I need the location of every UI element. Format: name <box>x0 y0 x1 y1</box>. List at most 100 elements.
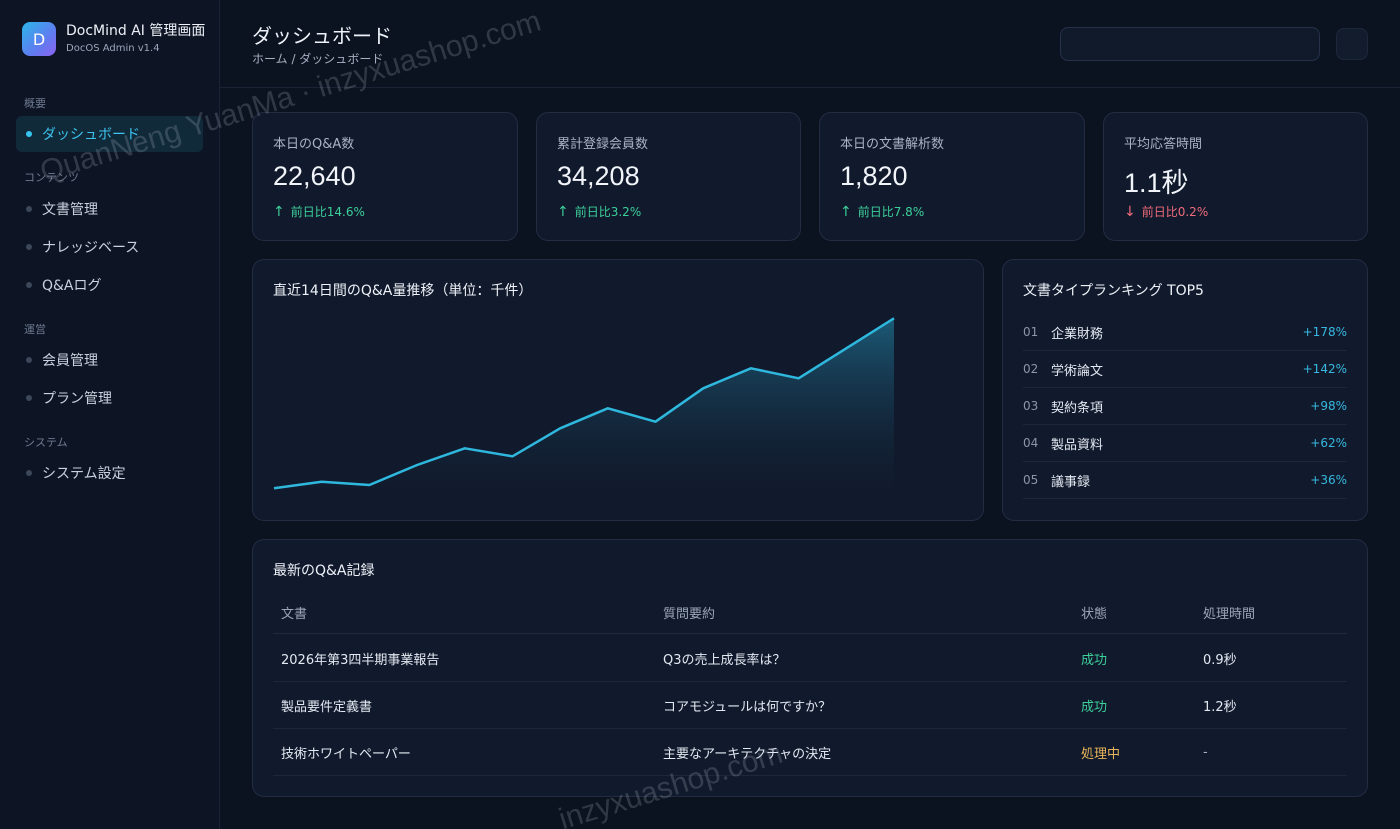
stat-card-qa-today: 本日のQ&A数 22,640 ↑ 前日比14.6% <box>252 112 518 241</box>
brand-subtitle: DocOS Admin v1.4 <box>66 43 160 54</box>
sidebar: D DocMind AI 管理画面 DocOS Admin v1.4 概要 ダッ… <box>0 0 220 829</box>
rank-name: 企業財務 <box>1051 326 1104 342</box>
status-badge: 成功 <box>1081 699 1108 715</box>
sidebar-item-members[interactable]: 会員管理 <box>16 342 108 378</box>
ranking-item[interactable]: 01 企業財務 +178% <box>1023 314 1347 351</box>
chart-point-4 <box>415 463 419 467</box>
stat-value: 34,208 <box>557 161 640 191</box>
sidebar-item-label: 会員管理 <box>42 353 98 369</box>
sidebar-item-label: ナレッジベース <box>42 240 140 256</box>
cell-question: コアモジュールは何ですか？ <box>663 699 832 715</box>
chart-point-14 <box>892 316 896 320</box>
brand-text: DocMind AI 管理画面 DocOS Admin v1.4 <box>66 22 205 56</box>
column-header-time[interactable]: 処理時間 <box>1203 592 1255 633</box>
stat-label: 本日の文書解析数 <box>840 137 945 152</box>
cell-question: 主要なアーキテクチャの決定 <box>663 746 832 762</box>
arrow-down-icon: ↓ <box>1124 203 1136 220</box>
chart-point-8 <box>606 406 610 410</box>
chart-point-11 <box>749 366 753 370</box>
dot-icon <box>26 470 32 476</box>
nav-section-overview: 概要 <box>24 97 46 110</box>
column-header-document[interactable]: 文書 <box>281 592 307 633</box>
column-header-question[interactable]: 質問要約 <box>663 592 715 633</box>
chart-point-10 <box>701 386 705 390</box>
ranking-item[interactable]: 02 学術論文 +142% <box>1023 351 1347 388</box>
arrow-up-icon: ↑ <box>273 203 285 220</box>
header: ダッシュボード ホーム / ダッシュボード <box>220 0 1400 88</box>
rank-percent: +62% <box>1310 436 1347 450</box>
sidebar-item-label: プラン管理 <box>42 391 112 407</box>
qa-trend-card: 直近14日間のQ&A量推移（単位：千件） <box>252 259 984 521</box>
sidebar-item-knowledge-base[interactable]: ナレッジベース <box>16 229 149 265</box>
rank-number: 03 <box>1023 399 1039 413</box>
dot-icon <box>26 206 32 212</box>
brand-title: DocMind AI 管理画面 <box>66 23 206 39</box>
cell-time: 1.2秒 <box>1203 699 1237 715</box>
table-row[interactable]: 製品要件定義書 コアモジュールは何ですか？ 成功 1.2秒 <box>273 682 1347 729</box>
rank-number: 01 <box>1023 325 1039 339</box>
sidebar-item-label: Q&Aログ <box>42 278 102 294</box>
stat-trend-text: 前日比3.2% <box>574 205 642 219</box>
sidebar-item-qa-log[interactable]: Q&Aログ <box>16 267 112 303</box>
ranking-card: 文書タイプランキング TOP5 01 企業財務 +178% 02 学術論文 +1… <box>1002 259 1368 521</box>
sidebar-item-label: システム設定 <box>42 466 126 482</box>
nav-section-content: コンテンツ <box>24 171 79 184</box>
records-title: 最新のQ&A記録 <box>273 563 375 579</box>
sidebar-item-label: 文書管理 <box>42 202 98 218</box>
chart-point-3 <box>367 483 371 487</box>
ranking-item[interactable]: 03 契約条項 +98% <box>1023 388 1347 425</box>
stat-trend: ↓ 前日比0.2% <box>1124 203 1208 220</box>
header-action-button[interactable] <box>1336 28 1368 60</box>
rank-number: 04 <box>1023 436 1039 450</box>
arrow-up-icon: ↑ <box>557 203 569 220</box>
chart-area-fill <box>274 318 894 495</box>
cell-document: 製品要件定義書 <box>281 699 373 715</box>
table-row[interactable]: 2026年第3四半期事業報告 Q3の売上成長率は？ 成功 0.9秒 <box>273 635 1347 682</box>
dot-icon <box>26 282 32 288</box>
stat-trend: ↑ 前日比7.8% <box>840 203 924 220</box>
ranking-item[interactable]: 05 議事録 +36% <box>1023 462 1347 499</box>
rank-name: 製品資料 <box>1051 437 1104 453</box>
qa-records-card: 最新のQ&A記録 文書 質問要約 状態 処理時間 2026年第3四半期事業報告 … <box>252 539 1368 797</box>
dot-icon <box>26 357 32 363</box>
stat-value: 22,640 <box>273 161 356 191</box>
cell-question: Q3の売上成長率は？ <box>663 652 786 668</box>
rank-name: 学術論文 <box>1051 363 1104 379</box>
ranking-item[interactable]: 04 製品資料 +62% <box>1023 425 1347 462</box>
rank-percent: +142% <box>1302 362 1347 376</box>
sidebar-item-documents[interactable]: 文書管理 <box>16 191 108 227</box>
chart-point-1 <box>272 486 276 490</box>
stat-label: 平均応答時間 <box>1124 137 1203 152</box>
rank-number: 05 <box>1023 473 1039 487</box>
brand: D DocMind AI 管理画面 DocOS Admin v1.4 <box>22 22 205 56</box>
chart-point-9 <box>654 420 658 424</box>
rank-number: 02 <box>1023 362 1039 376</box>
active-dot-icon <box>26 131 32 137</box>
stat-trend-text: 前日比14.6% <box>290 205 365 219</box>
table-row[interactable]: 技術ホワイトペーパー 主要なアーキテクチャの決定 処理中 - <box>273 729 1347 776</box>
stat-card-members: 累計登録会員数 34,208 ↑ 前日比3.2% <box>536 112 801 241</box>
chart-point-7 <box>558 426 562 430</box>
stat-trend-text: 前日比0.2% <box>1141 205 1209 219</box>
rank-name: 契約条項 <box>1051 400 1104 416</box>
sidebar-item-dashboard[interactable]: ダッシュボード <box>16 116 203 152</box>
nav-section-operations: 運営 <box>24 323 46 336</box>
stat-label: 累計登録会員数 <box>557 137 649 152</box>
breadcrumb[interactable]: ホーム / ダッシュボード <box>252 50 383 67</box>
dot-icon <box>26 395 32 401</box>
search-input[interactable] <box>1060 27 1320 61</box>
stat-label: 本日のQ&A数 <box>273 137 355 152</box>
sidebar-item-plans[interactable]: プラン管理 <box>16 380 122 416</box>
ranking-title: 文書タイプランキング TOP5 <box>1023 283 1204 299</box>
cell-time: 0.9秒 <box>1203 652 1237 668</box>
table-header: 文書 質問要約 状態 処理時間 <box>273 592 1347 634</box>
rank-percent: +178% <box>1302 325 1347 339</box>
chart-point-13 <box>844 346 848 350</box>
sidebar-item-system-settings[interactable]: システム設定 <box>16 455 136 491</box>
cell-time: - <box>1203 744 1208 760</box>
stat-trend-text: 前日比7.8% <box>857 205 925 219</box>
arrow-up-icon: ↑ <box>840 203 852 220</box>
column-header-status[interactable]: 状態 <box>1081 592 1107 633</box>
qa-trend-chart <box>272 316 896 495</box>
cell-document: 技術ホワイトペーパー <box>281 746 411 762</box>
